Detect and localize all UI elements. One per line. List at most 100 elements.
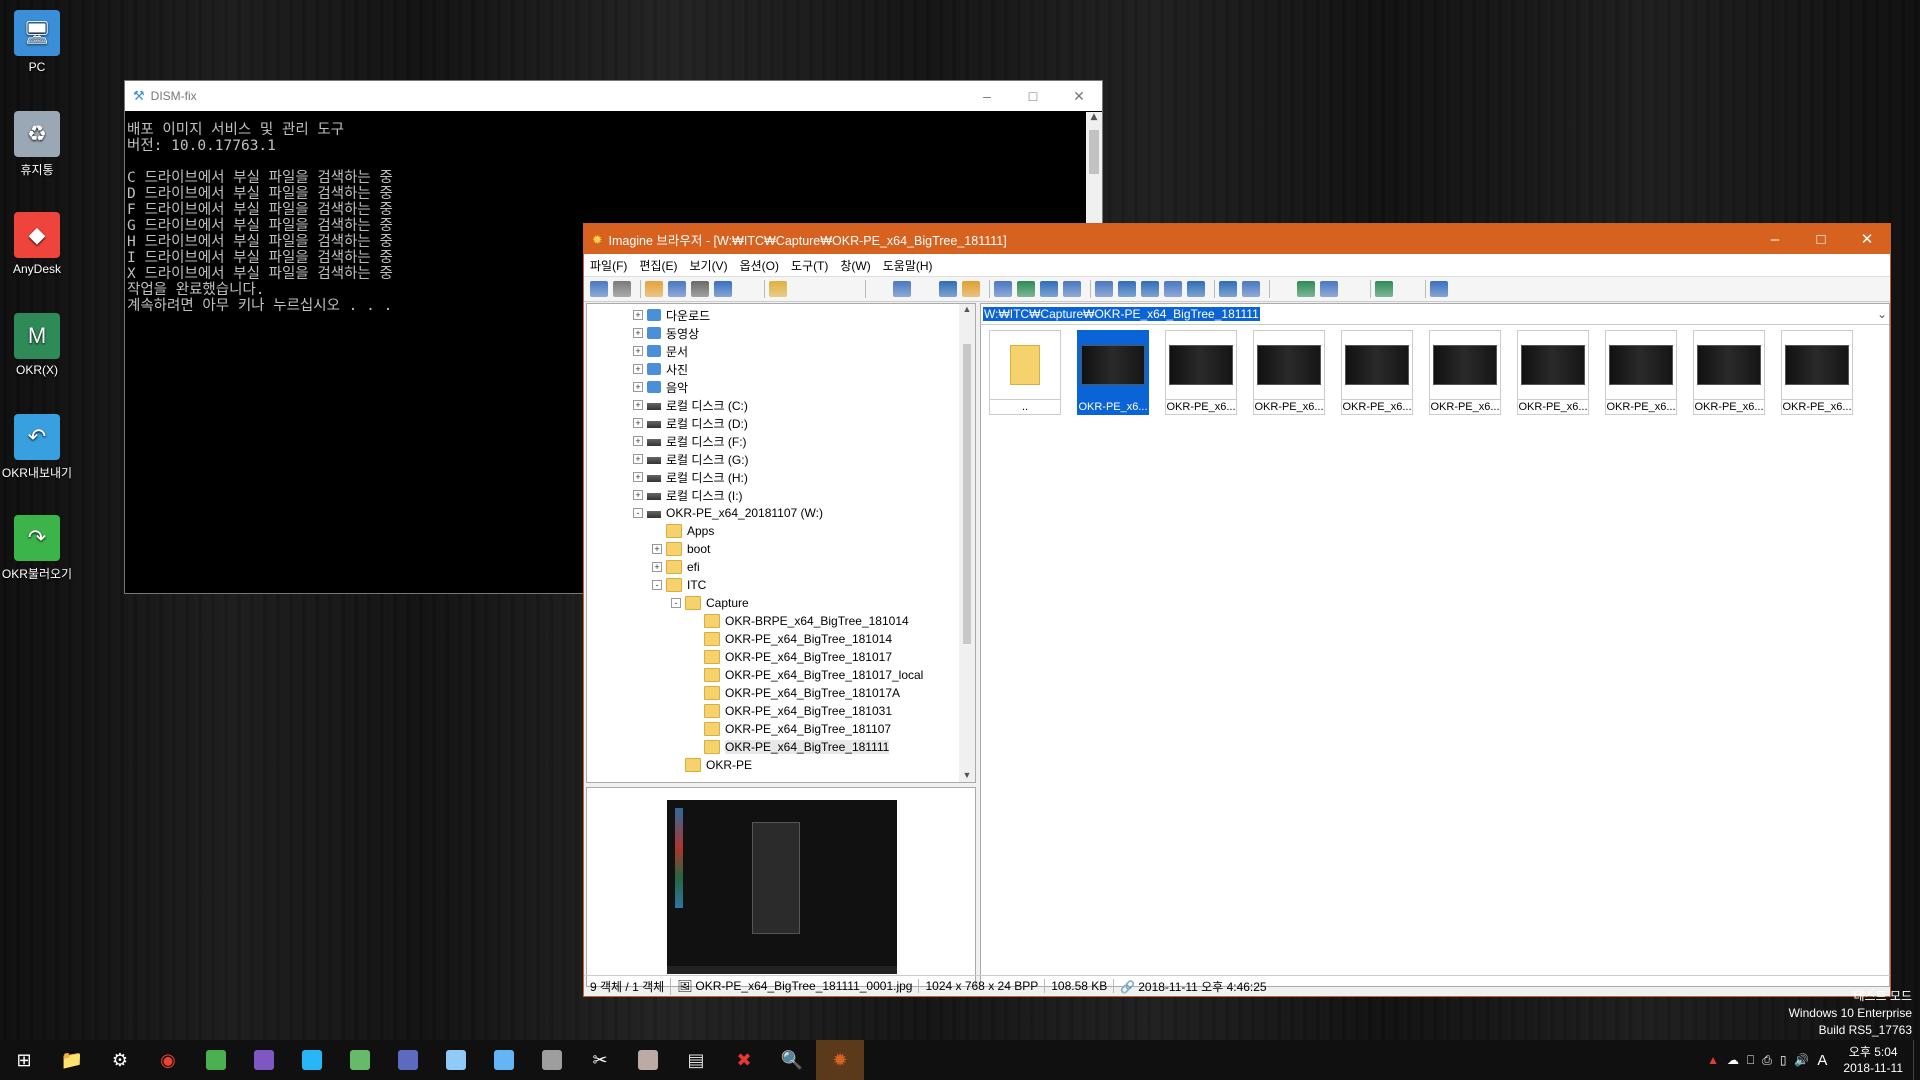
tray-icon[interactable]: ☁	[1727, 1053, 1739, 1067]
expand-icon[interactable]: +	[633, 472, 643, 482]
toolbar-button-icon[interactable]	[1398, 281, 1416, 297]
expand-icon[interactable]: +	[633, 436, 643, 446]
image-thumbnail[interactable]: OKR-PE_x6...	[1429, 330, 1501, 415]
tree-item[interactable]: OKR-PE_x64_BigTree_181017	[690, 648, 892, 666]
app-icon[interactable]	[624, 1040, 672, 1080]
toolbar-button-icon[interactable]	[691, 281, 709, 297]
tree-item[interactable]: + 사진	[633, 360, 688, 378]
folder-tree[interactable]: + 다운로드 + 동영상 + 문서 + 사진 + 음악 + 로컬 디스크 (C:) + 로컬 디스크 (D…	[587, 304, 959, 782]
browser-titlebar[interactable]: ✹ Imagine 브라우저 - [W:₩ITC₩Capture₩OKR-PE_…	[584, 224, 1890, 254]
toolbar-button-icon[interactable]	[737, 281, 755, 297]
collapse-icon[interactable]: -	[652, 580, 662, 590]
toolbar-button-icon[interactable]	[1095, 281, 1113, 297]
network-icon[interactable]: ⎕	[1747, 1053, 1754, 1068]
settings-icon[interactable]: ⚙	[96, 1040, 144, 1080]
desktop-icon[interactable]: M OKR(X)	[0, 313, 74, 377]
scroll-down-icon[interactable]: ▼	[959, 770, 975, 780]
console-titlebar[interactable]: ⚒ DISM-fix – □ ✕	[125, 81, 1102, 111]
tree-item[interactable]: + 다운로드	[633, 306, 710, 324]
toolbar-button-icon[interactable]	[893, 281, 911, 297]
console-scroll-thumb[interactable]	[1089, 130, 1099, 174]
image-thumbnail[interactable]: OKR-PE_x6...	[1693, 330, 1765, 415]
expand-icon[interactable]: +	[633, 490, 643, 500]
tree-item[interactable]: OKR-PE	[671, 756, 752, 774]
expand-icon[interactable]: +	[633, 400, 643, 410]
close-button[interactable]: ✕	[1844, 224, 1890, 254]
tree-item[interactable]: - OKR-PE_x64_20181107 (W:)	[633, 504, 823, 522]
tree-item[interactable]: - ITC	[652, 576, 706, 594]
ime-indicator[interactable]: A	[1817, 1052, 1827, 1069]
collapse-icon[interactable]: -	[671, 598, 681, 608]
desktop-icon[interactable]: 🖥 PC	[0, 10, 74, 74]
tree-item[interactable]: + 문서	[633, 342, 688, 360]
tree-item[interactable]: + 로컬 디스크 (D:)	[633, 414, 748, 432]
expand-icon[interactable]: +	[652, 544, 662, 554]
battery-icon[interactable]: ▯	[1780, 1053, 1787, 1067]
toolbar-button-icon[interactable]	[1118, 281, 1136, 297]
tree-item[interactable]: Apps	[652, 522, 714, 540]
show-desktop-button[interactable]	[1913, 1040, 1920, 1080]
toolbar-button-icon[interactable]	[1375, 281, 1393, 297]
image-thumbnail[interactable]: OKR-PE_x6...	[1165, 330, 1237, 415]
tree-item[interactable]: + 로컬 디스크 (I:)	[633, 486, 743, 504]
toolbar-button-icon[interactable]	[939, 281, 957, 297]
close-button[interactable]: ✕	[1056, 81, 1102, 111]
tree-item[interactable]: + 로컬 디스크 (F:)	[633, 432, 747, 450]
menu-item[interactable]: 도움말(H)	[877, 257, 939, 274]
toolbar-button-icon[interactable]	[1274, 281, 1292, 297]
toolbar-button-icon[interactable]	[1343, 281, 1361, 297]
tools-icon[interactable]: ✂	[576, 1040, 624, 1080]
tree-scroll-thumb[interactable]	[963, 344, 971, 644]
tray-icon[interactable]: ⎙	[1762, 1053, 1772, 1068]
clock[interactable]: 오후 5:04 2018-11-11	[1833, 1044, 1913, 1076]
maximize-button[interactable]: □	[1798, 224, 1844, 254]
minimize-button[interactable]: –	[964, 81, 1010, 111]
tree-item[interactable]: + 동영상	[633, 324, 699, 342]
app-icon[interactable]	[432, 1040, 480, 1080]
chrome-icon[interactable]: ◉	[144, 1040, 192, 1080]
address-input[interactable]: W:₩ITC₩Capture₩OKR-PE_x64_BigTree_181111	[983, 307, 1260, 321]
expand-icon[interactable]: +	[652, 562, 662, 572]
expand-icon[interactable]: +	[633, 310, 643, 320]
chevron-down-icon[interactable]: ⌄	[1875, 307, 1889, 321]
desktop-icon[interactable]: ↶ OKR내보내기	[0, 414, 74, 481]
tree-item[interactable]: OKR-PE_x64_BigTree_181107	[690, 720, 891, 738]
toolbar-button-icon[interactable]	[1320, 281, 1338, 297]
toolbar-button-icon[interactable]	[1242, 281, 1260, 297]
toolbar-button-icon[interactable]	[714, 281, 732, 297]
expand-icon[interactable]: +	[633, 346, 643, 356]
minimize-button[interactable]: –	[1752, 224, 1798, 254]
tree-item[interactable]: OKR-PE_x64_BigTree_181017A	[690, 684, 900, 702]
tree-scrollbar[interactable]: ▲ ▼	[959, 304, 975, 782]
tree-item[interactable]: - Capture	[671, 594, 749, 612]
image-thumbnail[interactable]: OKR-PE_x6...	[1341, 330, 1413, 415]
expand-icon[interactable]: +	[633, 328, 643, 338]
tree-item[interactable]: OKR-PE_x64_BigTree_181031	[690, 702, 892, 720]
toolbar-button-icon[interactable]	[590, 281, 608, 297]
app-icon[interactable]	[384, 1040, 432, 1080]
app-icon[interactable]	[528, 1040, 576, 1080]
toolbar-button-icon[interactable]	[769, 281, 787, 297]
address-bar[interactable]: W:₩ITC₩Capture₩OKR-PE_x64_BigTree_181111…	[981, 304, 1889, 325]
menu-item[interactable]: 파일(F)	[584, 257, 633, 274]
scroll-up-icon[interactable]: ▲	[959, 304, 975, 314]
tree-item[interactable]: + efi	[652, 558, 700, 576]
tray-icon[interactable]: ▲	[1707, 1053, 1719, 1067]
toolbar-button-icon[interactable]	[916, 281, 934, 297]
maximize-button[interactable]: □	[1010, 81, 1056, 111]
image-thumbnail[interactable]: OKR-PE_x6...	[1781, 330, 1853, 415]
toolbar-button-icon[interactable]	[838, 281, 856, 297]
image-thumbnail[interactable]: OKR-PE_x6...	[1605, 330, 1677, 415]
image-thumbnail[interactable]: OKR-PE_x6...	[1517, 330, 1589, 415]
toolbar-button-icon[interactable]	[668, 281, 686, 297]
app-icon[interactable]	[240, 1040, 288, 1080]
expand-icon[interactable]: +	[633, 382, 643, 392]
tree-item[interactable]: + 로컬 디스크 (H:)	[633, 468, 748, 486]
menu-item[interactable]: 옵션(O)	[734, 257, 785, 274]
toolbar-button-icon[interactable]	[1297, 281, 1315, 297]
toolbar-button-icon[interactable]	[1063, 281, 1081, 297]
expand-icon[interactable]: +	[633, 418, 643, 428]
thumbnail-pane[interactable]: W:₩ITC₩Capture₩OKR-PE_x64_BigTree_181111…	[980, 303, 1890, 987]
app-icon[interactable]	[192, 1040, 240, 1080]
expand-icon[interactable]: +	[633, 454, 643, 464]
